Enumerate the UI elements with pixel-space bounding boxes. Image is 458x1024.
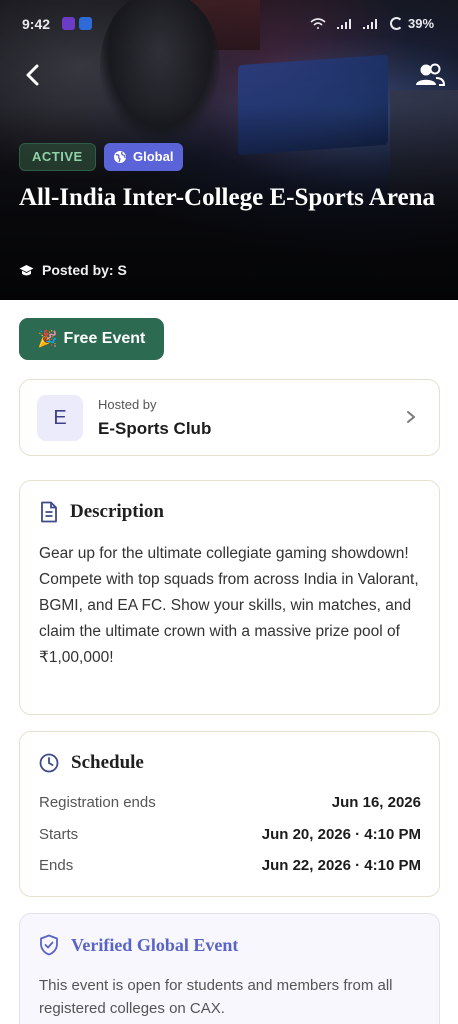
schedule-card: Schedule Registration ends Jun 16, 2026 … <box>19 731 440 897</box>
host-card[interactable]: E Hosted by E-Sports Club <box>19 379 440 456</box>
clock-icon <box>39 753 59 773</box>
posted-by: Posted by: S <box>19 262 127 278</box>
schedule-row-label: Starts <box>39 826 79 843</box>
schedule-row-label: Ends <box>39 857 74 874</box>
shield-check-icon <box>40 934 58 956</box>
event-title: All-India Inter-College E-Sports Arena <box>19 184 435 211</box>
verified-header: Verified Global Event <box>39 934 238 956</box>
schedule-row: Registration ends Jun 16, 2026 <box>39 794 421 811</box>
free-event-badge: 🎉 Free Event <box>19 318 164 360</box>
schedule-row: Ends Jun 22, 2026 · 4:10 PM <box>39 857 421 874</box>
chevron-right-icon <box>407 411 415 423</box>
status-time: 9:42 <box>22 16 51 32</box>
description-heading: Description <box>70 501 164 522</box>
verified-body: This event is open for students and memb… <box>39 977 393 1017</box>
notification-app-icon <box>62 17 75 30</box>
schedule-header: Schedule <box>39 752 144 774</box>
notification-app-icon <box>79 17 92 30</box>
globe-icon <box>114 151 126 163</box>
scope-badge-label: Global <box>133 149 174 164</box>
wifi-icon <box>310 18 326 29</box>
description-card: Description Gear up for the ultimate col… <box>19 480 440 715</box>
scope-badge: Global <box>104 143 184 171</box>
back-arrow-icon[interactable] <box>18 60 48 90</box>
event-hero-banner: 9:42 39% ACTIVE Global All-India Inter-C… <box>0 0 458 300</box>
party-icon: 🎉 <box>37 331 58 348</box>
status-bar: 9:42 39% <box>0 14 458 38</box>
verified-event-card: Verified Global Event This event is open… <box>19 913 440 1024</box>
status-badge: ACTIVE <box>19 143 96 171</box>
schedule-row-value: Jun 22, 2026 · 4:10 PM <box>261 857 421 874</box>
description-body: Gear up for the ultimate collegiate gami… <box>39 545 419 666</box>
free-event-label: Free Event <box>63 330 146 347</box>
schedule-row-label: Registration ends <box>39 794 156 811</box>
host-name: E-Sports Club <box>98 419 212 438</box>
graduation-cap-icon <box>19 264 34 275</box>
schedule-row-value: Jun 20, 2026 · 4:10 PM <box>261 826 421 843</box>
schedule-row: Starts Jun 20, 2026 · 4:10 PM <box>39 826 421 843</box>
signal-icon <box>363 19 377 29</box>
host-sub-label: Hosted by <box>98 397 157 412</box>
posted-by-text: Posted by: S <box>42 262 127 278</box>
document-icon <box>41 501 57 523</box>
description-header: Description <box>39 501 164 523</box>
battery-icon <box>390 17 403 30</box>
signal-icon <box>337 19 351 29</box>
people-icon[interactable] <box>414 60 446 90</box>
schedule-heading: Schedule <box>71 752 144 773</box>
battery-level: 39% <box>408 16 435 31</box>
host-avatar: E <box>37 395 83 441</box>
schedule-row-value: Jun 16, 2026 <box>331 794 421 811</box>
verified-heading: Verified Global Event <box>71 934 239 955</box>
